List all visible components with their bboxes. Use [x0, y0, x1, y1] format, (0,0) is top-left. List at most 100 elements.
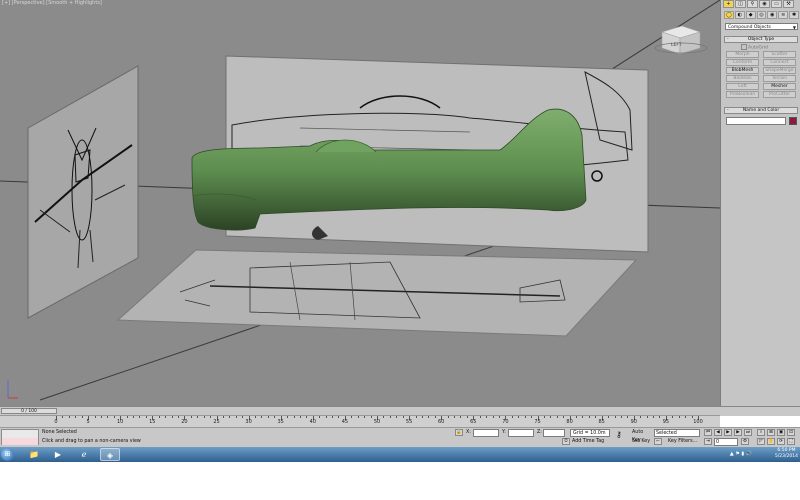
file-explorer-icon[interactable]: 📁 — [24, 448, 44, 461]
ruler-tick — [428, 416, 430, 418]
go-to-start-icon[interactable]: ⏮ — [704, 429, 712, 436]
set-keys-icon[interactable]: ⌐ — [654, 438, 662, 445]
key-mode-toggle-icon[interactable]: ⇥ — [704, 438, 712, 445]
ruler-tick — [608, 416, 610, 418]
field-of-view-icon[interactable]: ◸ — [757, 438, 765, 445]
object-type-button-procutter[interactable]: ProCutter — [763, 91, 796, 98]
ruler-tick — [588, 416, 590, 418]
display-tab[interactable]: ▭ — [771, 0, 782, 8]
time-slider[interactable]: 0 / 100 — [1, 408, 57, 414]
auto-key-button[interactable]: Auto Key — [632, 429, 652, 443]
ruler-tick — [210, 416, 212, 418]
go-to-end-icon[interactable]: ⏭ — [744, 429, 752, 436]
shapes-category-icon[interactable]: ◐ — [734, 11, 745, 19]
start-button[interactable]: ⊞ — [1, 448, 14, 461]
ruler-tick — [165, 416, 167, 418]
motion-tab[interactable]: ◉ — [759, 0, 770, 8]
media-player-icon[interactable]: ▶ — [48, 448, 68, 461]
name-and-color-rollout[interactable]: - Name and Color — [724, 107, 798, 114]
object-type-button-conform[interactable]: Conform — [726, 59, 759, 66]
ruler-tick — [383, 416, 385, 418]
object-type-button-proboolean[interactable]: ProBoolean — [726, 91, 759, 98]
x-coordinate-field[interactable] — [473, 429, 499, 437]
internet-explorer-icon[interactable]: ℯ — [74, 448, 94, 461]
y-coordinate-field[interactable] — [508, 429, 534, 437]
object-type-button-scatter[interactable]: Scatter — [763, 51, 796, 58]
ruler-tick — [319, 416, 321, 418]
ruler-tick — [197, 416, 199, 418]
object-type-button-terrain[interactable]: Terrain — [763, 75, 796, 82]
object-type-button-connect[interactable]: Connect — [763, 59, 796, 66]
perspective-viewport[interactable]: LEFT [+] [Perspective] [Smooth + Highlig… — [0, 0, 720, 406]
autogrid-checkbox[interactable]: AutoGrid — [741, 44, 768, 51]
object-type-button-boolean[interactable]: Boolean — [726, 75, 759, 82]
current-frame-field[interactable]: 0 — [714, 438, 738, 446]
object-category-value: Compound Objects — [728, 25, 771, 30]
lights-category-icon[interactable]: ◆ — [745, 11, 756, 19]
ruler-frame-label: 90 — [630, 419, 637, 425]
helpers-category-icon[interactable]: ◉ — [767, 11, 778, 19]
zoom-all-icon[interactable]: ⊞ — [767, 429, 775, 436]
add-time-tag[interactable]: Add Time Tag — [572, 438, 612, 446]
tray-icons[interactable]: ▲ ⚑ ▮ 🔊 — [730, 451, 752, 457]
pan-view-icon[interactable]: ✋ — [767, 438, 775, 445]
modify-tab[interactable]: ◫ — [735, 0, 746, 8]
system-clock[interactable]: 6:50 PM 5/23/2014 — [775, 448, 798, 461]
object-type-button-morph[interactable]: Morph — [726, 51, 759, 58]
ruler-tick — [370, 416, 372, 418]
ruler-tick — [222, 416, 224, 418]
key-filters-button[interactable]: Key Filters... — [668, 438, 700, 446]
object-type-button-mesher[interactable]: Mesher — [763, 83, 796, 90]
ruler-tick — [563, 416, 565, 418]
ruler-tick — [543, 416, 545, 418]
maximize-viewport-icon[interactable]: ⛶ — [787, 438, 795, 445]
next-frame-icon[interactable]: ▶ — [734, 429, 742, 436]
systems-category-icon[interactable]: ✱ — [789, 11, 800, 19]
hierarchy-tab[interactable]: ⚲ — [747, 0, 758, 8]
ruler-tick — [126, 416, 128, 418]
object-name-field[interactable] — [726, 117, 786, 125]
ruler-frame-label: 45 — [341, 419, 349, 425]
zoom-extents-all-icon[interactable]: ⊡ — [787, 429, 795, 436]
object-type-button-blobmesh[interactable]: BlobMesh — [726, 67, 759, 74]
viewport-label[interactable]: [+] [Perspective] [Smooth + Highlights] — [2, 0, 102, 6]
ruler-tick — [190, 416, 192, 418]
object-type-rollout[interactable]: - Object Type — [724, 36, 798, 43]
ruler-frame-label: 0 — [54, 419, 58, 425]
maxscript-listener[interactable] — [1, 429, 39, 445]
play-icon[interactable]: ▶ — [724, 429, 732, 436]
time-tag-icon[interactable]: ⏱ — [562, 438, 570, 445]
ruler-tick — [242, 416, 244, 418]
ruler-tick — [460, 416, 462, 418]
zoom-icon[interactable]: ⌕ — [757, 429, 765, 436]
ruler-tick — [672, 416, 674, 418]
geometry-category-icon[interactable]: ◯ — [724, 11, 734, 19]
key-mode-dropdown[interactable]: Selected — [654, 429, 700, 437]
zoom-extents-icon[interactable]: ▣ — [777, 429, 785, 436]
ruler-tick — [293, 416, 295, 418]
front-reference-plane — [27, 65, 139, 319]
collapse-icon: - — [727, 108, 729, 113]
object-type-button-shapemerge[interactable]: ShapeMerge — [763, 67, 796, 74]
lock-selection-icon[interactable]: 🔒 — [455, 429, 463, 436]
set-key-button[interactable]: Set Key — [632, 438, 652, 446]
ruler-frame-label: 20 — [181, 419, 188, 425]
ruler-tick — [685, 416, 687, 418]
time-configuration-icon[interactable]: ⚙ — [741, 438, 749, 445]
status-bar: None Selected Click and drag to pan a no… — [0, 427, 800, 448]
z-coordinate-field[interactable] — [543, 429, 565, 437]
previous-frame-icon[interactable]: ◀ — [714, 429, 722, 436]
object-type-button-loft[interactable]: Loft — [726, 83, 759, 90]
orbit-icon[interactable]: ⟳ — [777, 438, 785, 445]
ruler-tick — [627, 416, 629, 418]
3ds-max-taskbar-icon[interactable]: ◈ — [100, 448, 120, 461]
ruler-tick — [498, 416, 500, 418]
ruler-frame-label: 25 — [213, 419, 220, 425]
ruler-tick — [576, 416, 578, 418]
spacewarps-category-icon[interactable]: ≋ — [778, 11, 789, 19]
object-category-dropdown[interactable]: Compound Objects ▼ — [725, 23, 798, 30]
utilities-tab[interactable]: ⚒ — [783, 0, 794, 8]
cameras-category-icon[interactable]: ◎ — [756, 11, 767, 19]
object-color-swatch[interactable] — [789, 117, 797, 125]
create-tab[interactable]: + — [723, 0, 734, 8]
